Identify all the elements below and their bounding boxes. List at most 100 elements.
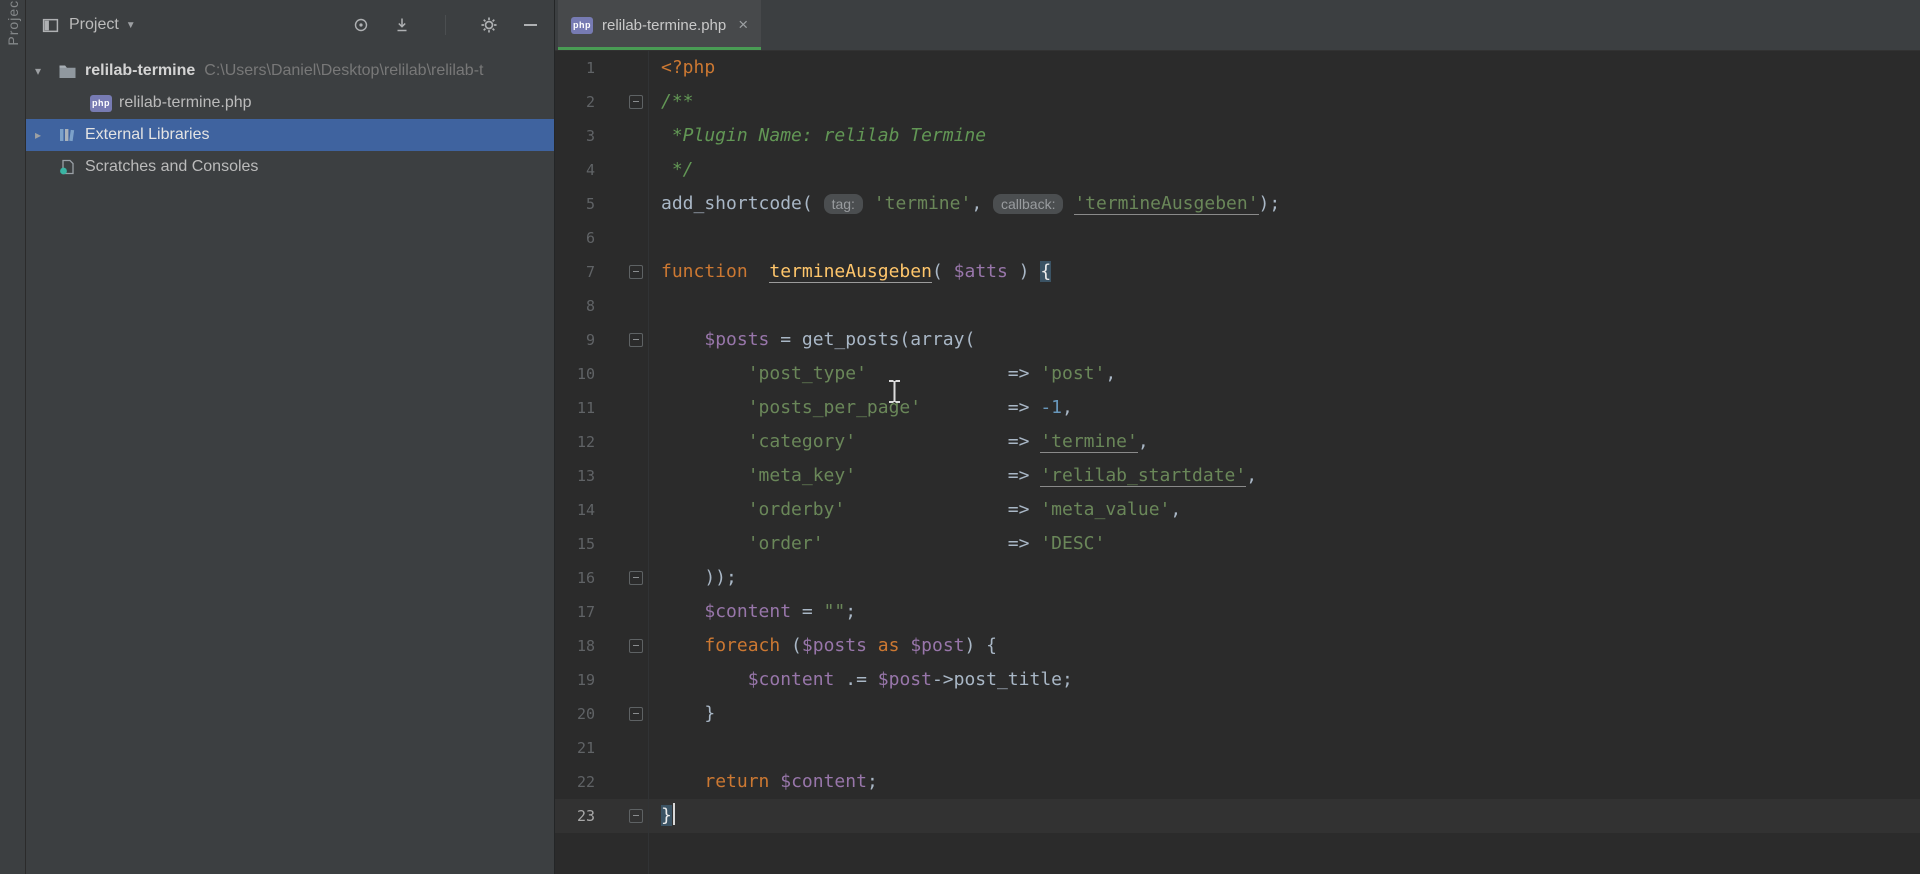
tree-row-file[interactable]: php relilab-termine.php <box>26 87 554 119</box>
scratches-icon <box>56 158 78 176</box>
code-line[interactable]: 22 return $content; <box>555 765 1920 799</box>
active-tab-indicator <box>558 47 762 50</box>
line-number: 3 <box>585 127 595 145</box>
fold-marker-icon[interactable] <box>595 697 648 731</box>
code-line[interactable]: 3 *Plugin Name: relilab Termine <box>555 119 1920 153</box>
line-number: 21 <box>576 739 595 757</box>
fold-marker-icon[interactable] <box>595 629 648 663</box>
code-line[interactable]: 8 <box>555 289 1920 323</box>
code-line[interactable]: 19 $content .= $post->post_title; <box>555 663 1920 697</box>
code-line[interactable]: 23} <box>555 799 1920 833</box>
project-panel: Project ▼ ▾ relilab-termine C:\Users\Dan… <box>26 0 555 874</box>
line-number: 6 <box>585 229 595 247</box>
line-number: 2 <box>585 93 595 111</box>
fold-gutter <box>595 119 648 153</box>
code-text: $posts = get_posts(array( <box>704 329 976 350</box>
tab-relilab-termine-php[interactable]: php relilab-termine.php × <box>558 0 762 50</box>
fold-gutter <box>595 289 648 323</box>
code-text: function termineAusgeben( $atts ) { <box>661 261 1052 283</box>
code-text: } <box>661 703 716 724</box>
code-line[interactable]: 4 */ <box>555 153 1920 187</box>
line-number: 16 <box>576 569 595 587</box>
code-text: */ <box>661 159 694 180</box>
code-editor[interactable]: 1 <?php 2 /** 3 *Plugin Name: relilab Termin… <box>555 51 1920 874</box>
line-number: 14 <box>576 501 595 519</box>
code-line[interactable]: 15 'order' => 'DESC' <box>555 527 1920 561</box>
code-text: add_shortcode( tag: 'termine', callback:… <box>661 193 1281 215</box>
php-file-icon: php <box>90 94 112 112</box>
tree-row-external-libraries[interactable]: ▸ External Libraries <box>26 119 554 151</box>
fold-marker-icon[interactable] <box>595 255 648 289</box>
code-line[interactable]: 13 'meta_key' => 'relilab_startdate', <box>555 459 1920 493</box>
chevron-right-icon[interactable]: ▸ <box>35 128 56 142</box>
code-text: $content = ""; <box>704 601 857 622</box>
gear-icon[interactable] <box>479 15 499 35</box>
code-line[interactable]: 7 function termineAusgeben( $atts ) { <box>555 255 1920 289</box>
code-line[interactable]: 1 <?php <box>555 51 1920 85</box>
editor-tab-bar: php relilab-termine.php × <box>555 0 1920 51</box>
code-line[interactable]: 2 /** <box>555 85 1920 119</box>
code-line[interactable]: 5 add_shortcode( tag: 'termine', callback… <box>555 187 1920 221</box>
line-number: 15 <box>576 535 595 553</box>
tree-row-project-root[interactable]: ▾ relilab-termine C:\Users\Daniel\Deskto… <box>26 55 554 87</box>
code-text: )); <box>661 567 737 588</box>
line-number: 1 <box>585 59 595 77</box>
line-number: 4 <box>585 161 595 179</box>
chevron-down-icon[interactable]: ▼ <box>126 20 136 31</box>
line-number: 5 <box>585 195 595 213</box>
code-text: /** <box>661 91 694 112</box>
code-line[interactable]: 9 $posts = get_posts(array( <box>555 323 1920 357</box>
project-tree: ▾ relilab-termine C:\Users\Daniel\Deskto… <box>26 50 554 183</box>
folder-icon <box>56 62 78 80</box>
line-number: 11 <box>576 399 595 417</box>
line-number: 19 <box>576 671 595 689</box>
line-number: 17 <box>576 603 595 621</box>
code-line[interactable]: 12 'category' => 'termine', <box>555 425 1920 459</box>
fold-gutter <box>595 187 648 221</box>
fold-marker-icon[interactable] <box>595 323 648 357</box>
tree-row-scratches[interactable]: Scratches and Consoles <box>26 151 554 183</box>
fold-gutter <box>595 765 648 799</box>
fold-gutter <box>595 153 648 187</box>
fold-gutter <box>595 357 648 391</box>
project-stripe-button[interactable]: Project <box>5 0 21 46</box>
code-text: <?php <box>661 57 716 78</box>
code-line[interactable]: 16 )); <box>555 561 1920 595</box>
close-icon[interactable]: × <box>738 15 748 35</box>
chevron-expanded-icon[interactable]: ▾ <box>35 64 56 78</box>
code-text: *Plugin Name: relilab Termine <box>661 125 987 146</box>
code-lines: 1 <?php 2 /** 3 *Plugin Name: relilab Termin… <box>555 51 1920 833</box>
code-line[interactable]: 14 'orderby' => 'meta_value', <box>555 493 1920 527</box>
project-panel-title[interactable]: Project <box>69 16 119 34</box>
code-line[interactable]: 21 <box>555 731 1920 765</box>
line-number: 9 <box>585 331 595 349</box>
tree-item-label: External Libraries <box>85 126 210 143</box>
code-line[interactable]: 20 } <box>555 697 1920 731</box>
code-text: } <box>648 799 675 833</box>
hide-panel-icon[interactable] <box>520 15 540 35</box>
code-text: return $content; <box>704 771 878 792</box>
code-line[interactable]: 11 'posts_per_page' => -1, <box>555 391 1920 425</box>
code-text: 'order' => 'DESC' <box>747 533 1106 554</box>
tool-window-icon <box>40 15 60 35</box>
fold-gutter <box>595 663 648 697</box>
fold-marker-icon[interactable] <box>595 561 648 595</box>
fold-gutter <box>595 527 648 561</box>
line-number: 22 <box>576 773 595 791</box>
fold-gutter <box>595 595 648 629</box>
line-number: 12 <box>576 433 595 451</box>
line-number: 18 <box>576 637 595 655</box>
code-line[interactable]: 10 'post_type' => 'post', <box>555 357 1920 391</box>
project-panel-header: Project ▼ <box>26 0 554 50</box>
collapse-all-icon[interactable] <box>392 15 412 35</box>
locate-file-icon[interactable] <box>351 15 371 35</box>
code-line[interactable]: 6 <box>555 221 1920 255</box>
fold-marker-icon[interactable] <box>595 799 648 833</box>
code-line[interactable]: 18 foreach ($posts as $post) { <box>555 629 1920 663</box>
code-line[interactable]: 17 $content = ""; <box>555 595 1920 629</box>
line-number: 23 <box>576 807 595 825</box>
fold-marker-icon[interactable] <box>595 85 648 119</box>
tree-item-path: C:\Users\Daniel\Desktop\relilab\relilab-… <box>204 62 484 79</box>
